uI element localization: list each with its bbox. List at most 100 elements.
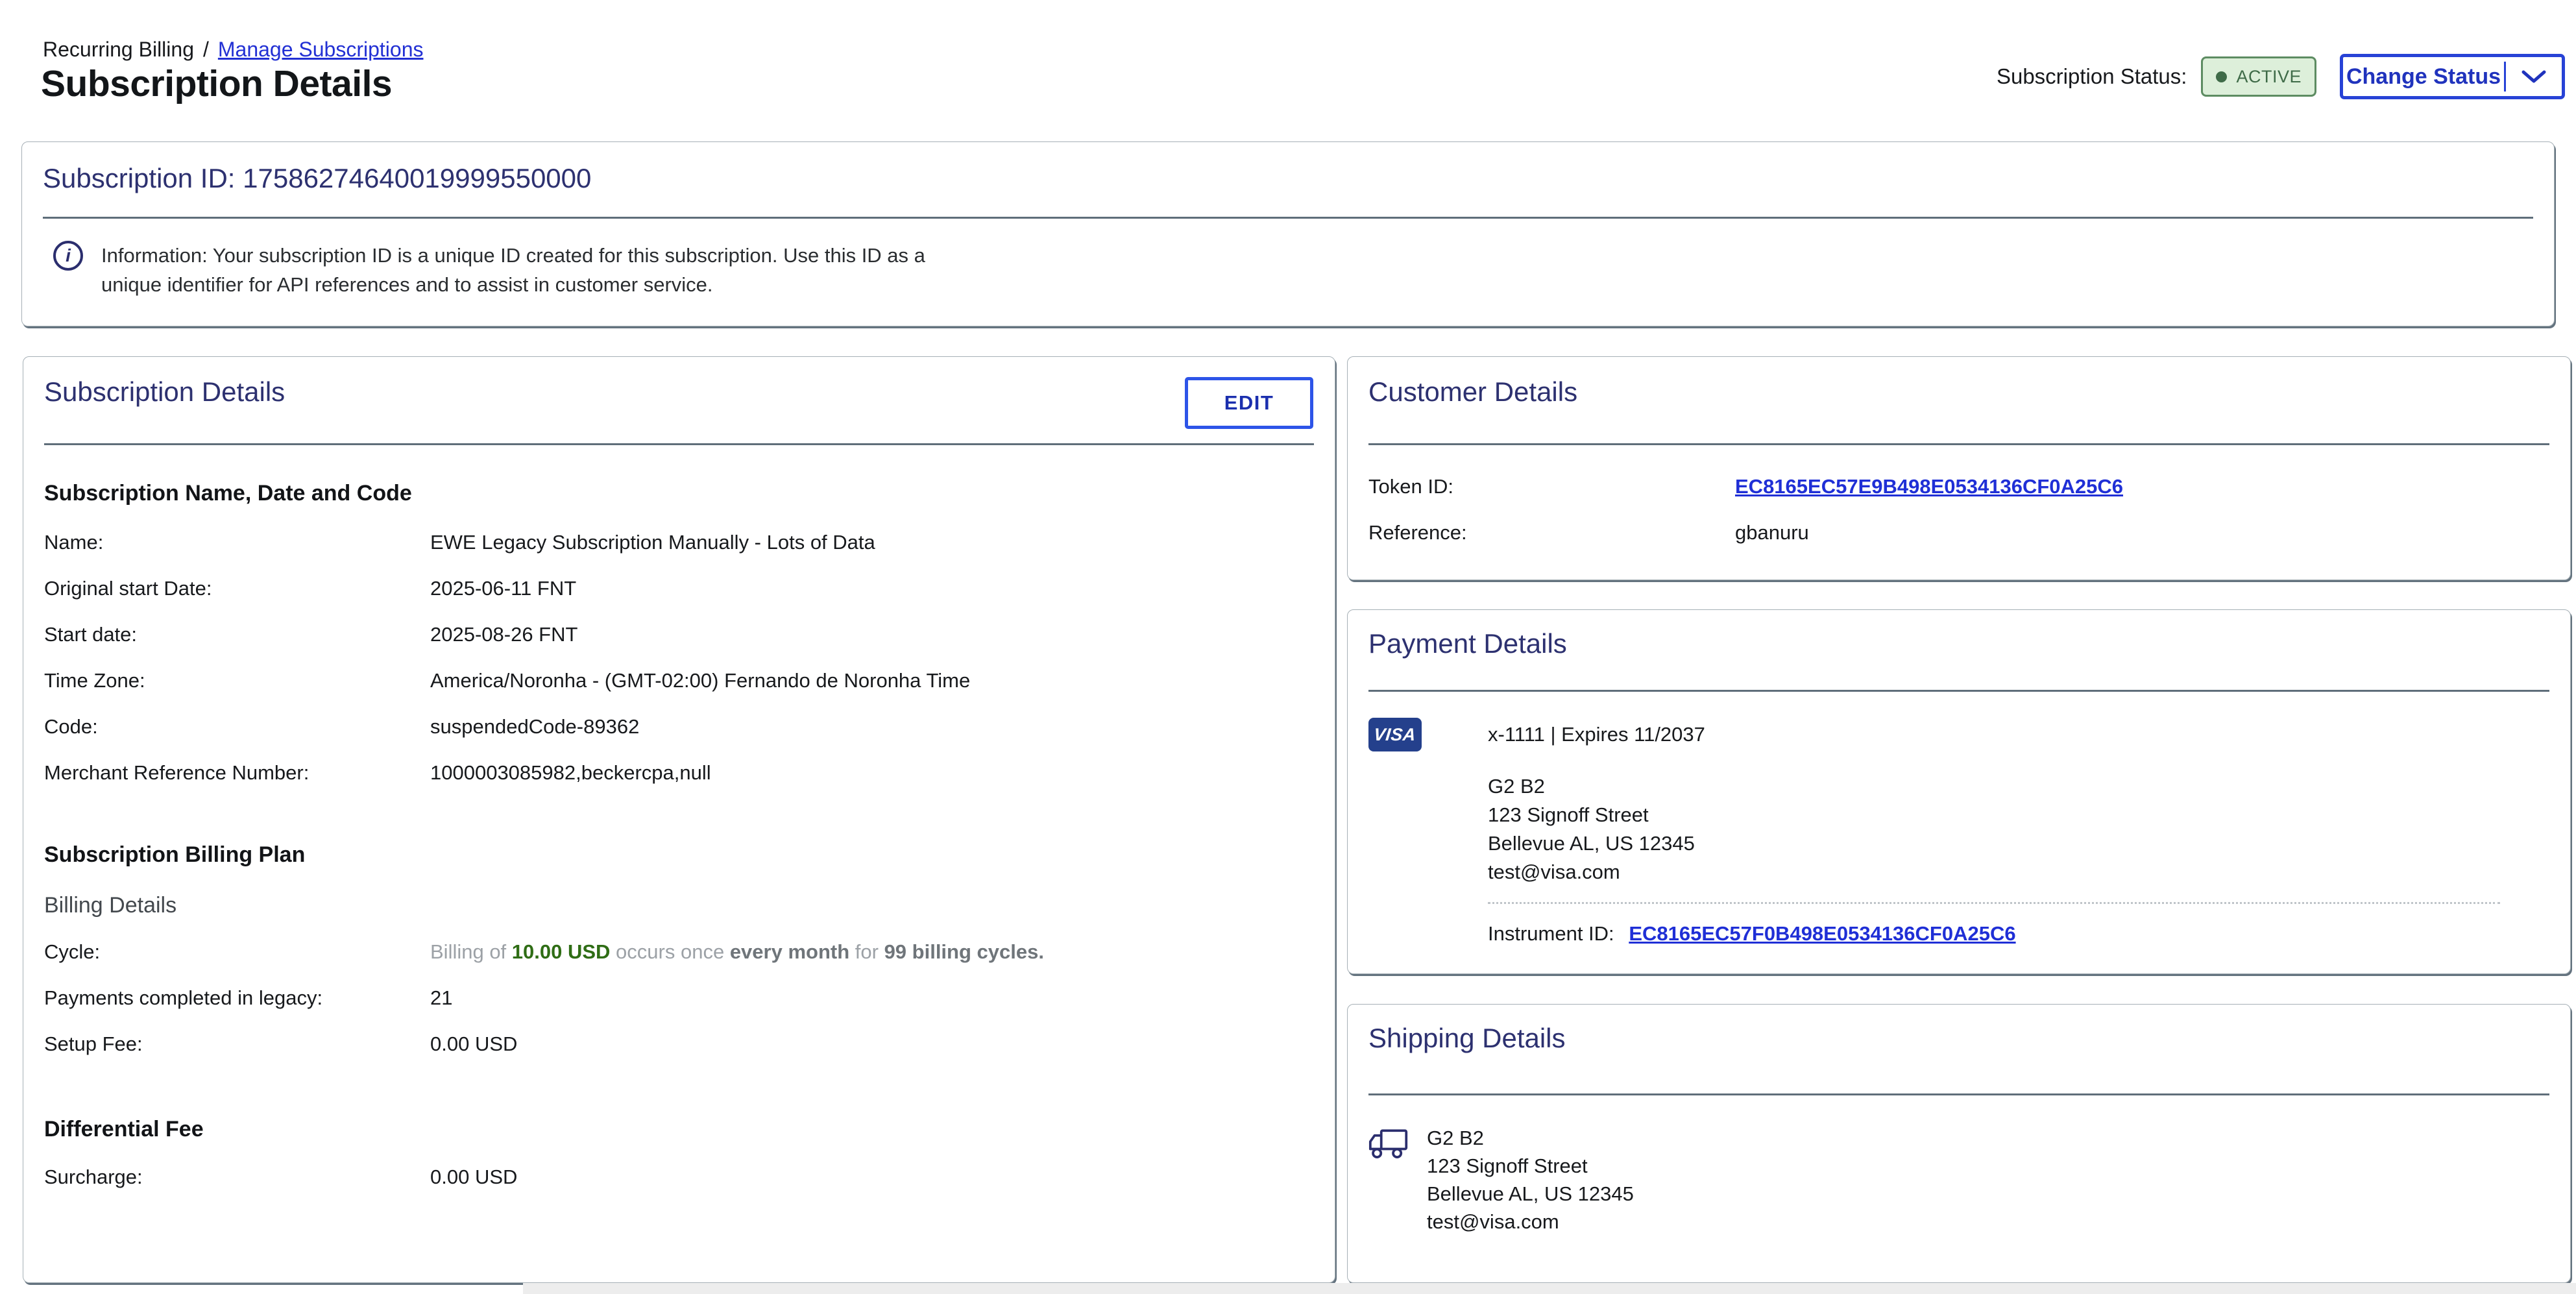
- dotted-divider: [1488, 902, 2500, 904]
- payment-details-panel: Payment Details VISA x-1111 | Expires 11…: [1347, 609, 2571, 974]
- address-line: 123 Signoff Street: [1488, 801, 2549, 829]
- page-bottom-edge: [523, 1283, 2576, 1294]
- truck-icon: [1368, 1127, 1409, 1236]
- row-value: 21: [430, 985, 1314, 1011]
- billing-address: G2 B2 123 Signoff Street Bellevue AL, US…: [1488, 772, 2549, 886]
- row-label: Original start Date:: [44, 576, 430, 602]
- row-label: Name:: [44, 530, 430, 555]
- section-heading-name-date-code: Subscription Name, Date and Code: [44, 479, 1314, 507]
- table-row: Original start Date: 2025-06-11 FNT: [44, 576, 1314, 602]
- status-badge-text: ACTIVE: [2236, 67, 2302, 87]
- status-badge: ACTIVE: [2201, 56, 2316, 97]
- row-label: Start date:: [44, 622, 430, 648]
- cycle-sentence: Billing of 10.00 USD occurs once every m…: [430, 939, 1314, 965]
- breadcrumb: Recurring Billing / Manage Subscriptions: [43, 38, 424, 62]
- token-id-row: Token ID: EC8165EC57E9B498E0534136CF0A25…: [1368, 474, 2549, 500]
- row-label: Instrument ID:: [1488, 922, 1614, 945]
- card-summary: x-1111 | Expires 11/2037: [1488, 722, 2549, 748]
- row-value: 0.00 USD: [430, 1031, 1314, 1057]
- differential-fee-rows: Surcharge: 0.00 USD: [44, 1164, 1314, 1190]
- subscription-id-panel: Subscription ID: 17586274640019999550000…: [21, 141, 2555, 326]
- change-status-label: Change Status: [2343, 64, 2504, 90]
- row-value: 0.00 USD: [430, 1164, 1314, 1190]
- breadcrumb-link-manage-subscriptions[interactable]: Manage Subscriptions: [218, 38, 424, 62]
- page-title: Subscription Details: [41, 62, 392, 105]
- subsection-heading-billing-details: Billing Details: [44, 891, 1314, 920]
- row-label: Reference:: [1368, 520, 1735, 546]
- address-line: Bellevue AL, US 12345: [1488, 829, 2549, 858]
- payment-details-heading: Payment Details: [1368, 610, 2549, 661]
- row-value: EWE Legacy Subscription Manually - Lots …: [430, 530, 1314, 555]
- row-label: Surcharge:: [44, 1164, 430, 1190]
- address-line: G2 B2: [1427, 1124, 1634, 1152]
- payment-body: VISA x-1111 | Expires 11/2037 G2 B2 123 …: [1368, 718, 2549, 947]
- panel-divider: [1368, 1093, 2549, 1095]
- subscription-status-label: Subscription Status:: [1997, 64, 2187, 89]
- shipping-address: G2 B2 123 Signoff Street Bellevue AL, US…: [1427, 1124, 1634, 1236]
- info-note-line2: unique identifier for API references and…: [101, 270, 925, 299]
- row-value: 2025-08-26 FNT: [430, 622, 1314, 648]
- row-value: gbanuru: [1735, 520, 2549, 546]
- section-heading-differential-fee: Differential Fee: [44, 1115, 1314, 1143]
- chevron-down-icon[interactable]: [2506, 69, 2562, 84]
- subscription-details-panel: EDIT Subscription Details Subscription N…: [23, 356, 1335, 1283]
- visa-wordmark: VISA: [1373, 725, 1417, 745]
- row-label: Merchant Reference Number:: [44, 760, 430, 786]
- row-label: Payments completed in legacy:: [44, 985, 430, 1011]
- subscription-details-heading: Subscription Details: [44, 357, 1314, 409]
- payment-info-column: x-1111 | Expires 11/2037 G2 B2 123 Signo…: [1488, 718, 2549, 947]
- table-row: Code: suspendedCode-89362: [44, 714, 1314, 740]
- table-row: Start date: 2025-08-26 FNT: [44, 622, 1314, 648]
- panel-divider: [1368, 690, 2549, 692]
- customer-details-panel: Customer Details Token ID: EC8165EC57E9B…: [1347, 356, 2571, 580]
- cycle-frequency: every month: [730, 940, 849, 963]
- reference-row: Reference: gbanuru: [1368, 520, 2549, 546]
- table-row: Payments completed in legacy: 21: [44, 985, 1314, 1011]
- status-dot-icon: [2216, 71, 2227, 82]
- breadcrumb-separator: /: [203, 38, 209, 62]
- token-id-link[interactable]: EC8165EC57E9B498E0534136CF0A25C6: [1735, 474, 2549, 500]
- info-note: i Information: Your subscription ID is a…: [53, 241, 2533, 299]
- row-value: 1000003085982,beckercpa,null: [430, 760, 1314, 786]
- table-row: Name: EWE Legacy Subscription Manually -…: [44, 530, 1314, 555]
- row-value: America/Noronha - (GMT-02:00) Fernando d…: [430, 668, 1314, 694]
- row-value: 2025-06-11 FNT: [430, 576, 1314, 602]
- shipping-details-heading: Shipping Details: [1368, 1005, 2549, 1055]
- info-icon: i: [53, 241, 83, 271]
- address-line: G2 B2: [1488, 772, 2549, 801]
- cycle-part: for: [849, 940, 884, 963]
- name-date-code-rows: Name: EWE Legacy Subscription Manually -…: [44, 530, 1314, 786]
- cycle-amount: 10.00 USD: [512, 940, 611, 963]
- address-line: test@visa.com: [1488, 858, 2549, 886]
- change-status-button[interactable]: Change Status: [2340, 54, 2565, 99]
- row-value: suspendedCode-89362: [430, 714, 1314, 740]
- table-row: Time Zone: America/Noronha - (GMT-02:00)…: [44, 668, 1314, 694]
- instrument-id-link[interactable]: EC8165EC57F0B498E0534136CF0A25C6: [1629, 922, 2015, 945]
- breadcrumb-parent: Recurring Billing: [43, 38, 194, 62]
- customer-details-heading: Customer Details: [1368, 357, 2549, 409]
- row-label: Cycle:: [44, 939, 430, 965]
- info-note-line1: Information: Your subscription ID is a u…: [101, 241, 925, 270]
- address-line: 123 Signoff Street: [1427, 1152, 1634, 1180]
- instrument-id-row: Instrument ID: EC8165EC57F0B498E0534136C…: [1488, 921, 2549, 947]
- cycle-part: occurs once: [610, 940, 729, 963]
- subscription-id-heading: Subscription ID: 17586274640019999550000: [43, 142, 2533, 195]
- edit-button[interactable]: EDIT: [1185, 377, 1313, 429]
- cycle-row: Cycle: Billing of 10.00 USD occurs once …: [44, 939, 1314, 965]
- cycle-part: Billing of: [430, 940, 512, 963]
- panel-divider: [1368, 443, 2549, 445]
- visa-card-icon: VISA: [1368, 718, 1422, 751]
- cycle-count: 99 billing cycles.: [884, 940, 1044, 963]
- info-note-text: Information: Your subscription ID is a u…: [101, 241, 925, 299]
- row-label: Time Zone:: [44, 668, 430, 694]
- table-row: Surcharge: 0.00 USD: [44, 1164, 1314, 1190]
- address-line: Bellevue AL, US 12345: [1427, 1180, 1634, 1208]
- row-label: Token ID:: [1368, 474, 1735, 500]
- billing-plan-rows: Cycle: Billing of 10.00 USD occurs once …: [44, 939, 1314, 1057]
- table-row: Merchant Reference Number: 1000003085982…: [44, 760, 1314, 786]
- panel-divider: [43, 217, 2533, 219]
- subscription-details-page: Recurring Billing / Manage Subscriptions…: [0, 0, 2576, 1294]
- row-label: Setup Fee:: [44, 1031, 430, 1057]
- shipping-body: G2 B2 123 Signoff Street Bellevue AL, US…: [1368, 1124, 2549, 1236]
- shipping-details-panel: Shipping Details G2 B2 123 Signoff Stree…: [1347, 1004, 2571, 1283]
